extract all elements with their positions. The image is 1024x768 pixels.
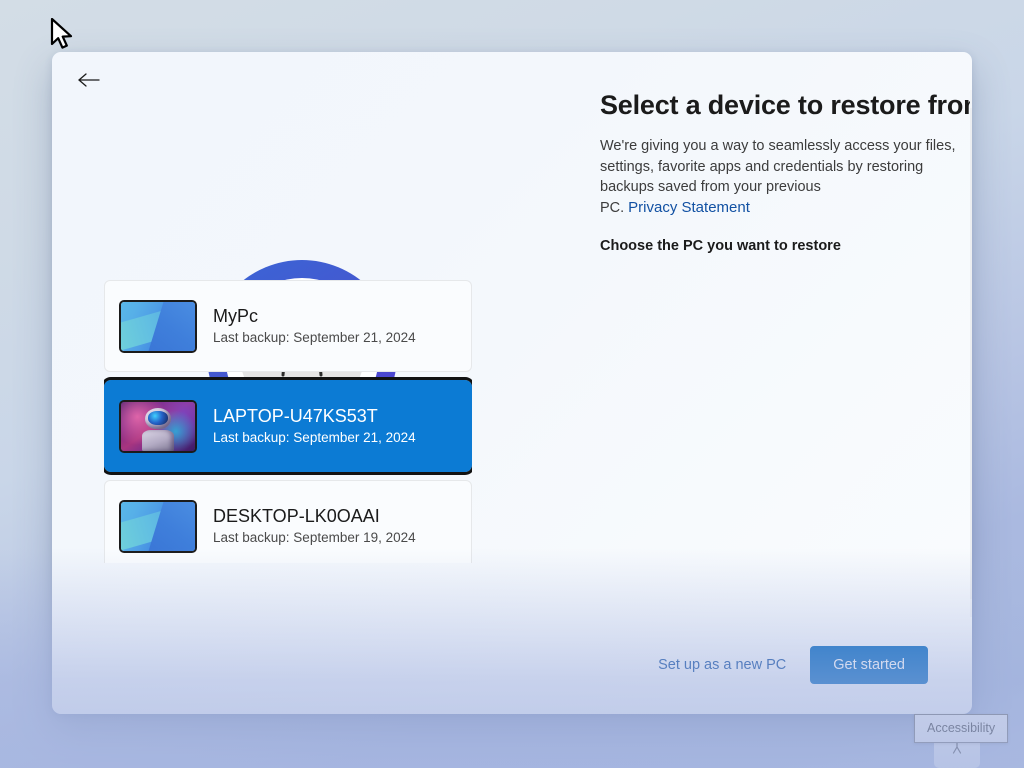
page-subtitle: We're giving you a way to seamlessly acc… bbox=[600, 136, 972, 218]
choose-pc-label: Choose the PC you want to restore bbox=[600, 238, 972, 254]
page-scrollbar[interactable] bbox=[970, 90, 972, 617]
device-last-backup: Last backup: September 21, 2024 bbox=[213, 429, 416, 447]
device-last-backup: Last backup: September 21, 2024 bbox=[213, 329, 416, 347]
device-name: LAPTOP-U47KS53T bbox=[213, 405, 416, 428]
device-list-item[interactable]: DESKTOP-LK0OAAI Last backup: September 1… bbox=[104, 480, 472, 563]
device-last-backup: Last backup: September 19, 2024 bbox=[213, 529, 416, 547]
page-title: Select a device to restore from bbox=[600, 90, 972, 121]
device-name: MyPc bbox=[213, 305, 416, 328]
get-started-button[interactable]: Get started bbox=[810, 646, 928, 684]
device-text: LAPTOP-U47KS53T Last backup: September 2… bbox=[213, 405, 416, 447]
device-list-item[interactable]: MyPc Last backup: September 21, 2024 bbox=[104, 280, 472, 372]
oobe-window: Select a device to restore from We're gi… bbox=[52, 52, 972, 714]
device-list-item-selected[interactable]: LAPTOP-U47KS53T Last backup: September 2… bbox=[104, 380, 472, 472]
device-text: MyPc Last backup: September 21, 2024 bbox=[213, 305, 416, 347]
device-name: DESKTOP-LK0OAAI bbox=[213, 505, 416, 528]
footer-actions: Set up as a new PC Get started bbox=[658, 646, 928, 684]
device-list-viewport[interactable]: MyPc Last backup: September 21, 2024 LAP… bbox=[104, 280, 472, 563]
content-pane: Select a device to restore from We're gi… bbox=[548, 88, 972, 648]
device-thumbnail bbox=[119, 500, 197, 553]
device-thumbnail bbox=[119, 400, 197, 453]
accessibility-tooltip: Accessibility bbox=[914, 714, 1008, 743]
device-text: DESKTOP-LK0OAAI Last backup: September 1… bbox=[213, 505, 416, 547]
setup-as-new-pc-link[interactable]: Set up as a new PC bbox=[658, 657, 786, 673]
privacy-statement-link[interactable]: Privacy Statement bbox=[624, 199, 750, 216]
device-thumbnail bbox=[119, 300, 197, 353]
mouse-cursor bbox=[50, 18, 76, 54]
device-list: MyPc Last backup: September 21, 2024 LAP… bbox=[104, 280, 472, 563]
desktop-background: Select a device to restore from We're gi… bbox=[0, 0, 1024, 768]
scrollbar-up-arrow[interactable] bbox=[970, 90, 972, 108]
scrollbar-down-arrow[interactable] bbox=[970, 599, 972, 617]
